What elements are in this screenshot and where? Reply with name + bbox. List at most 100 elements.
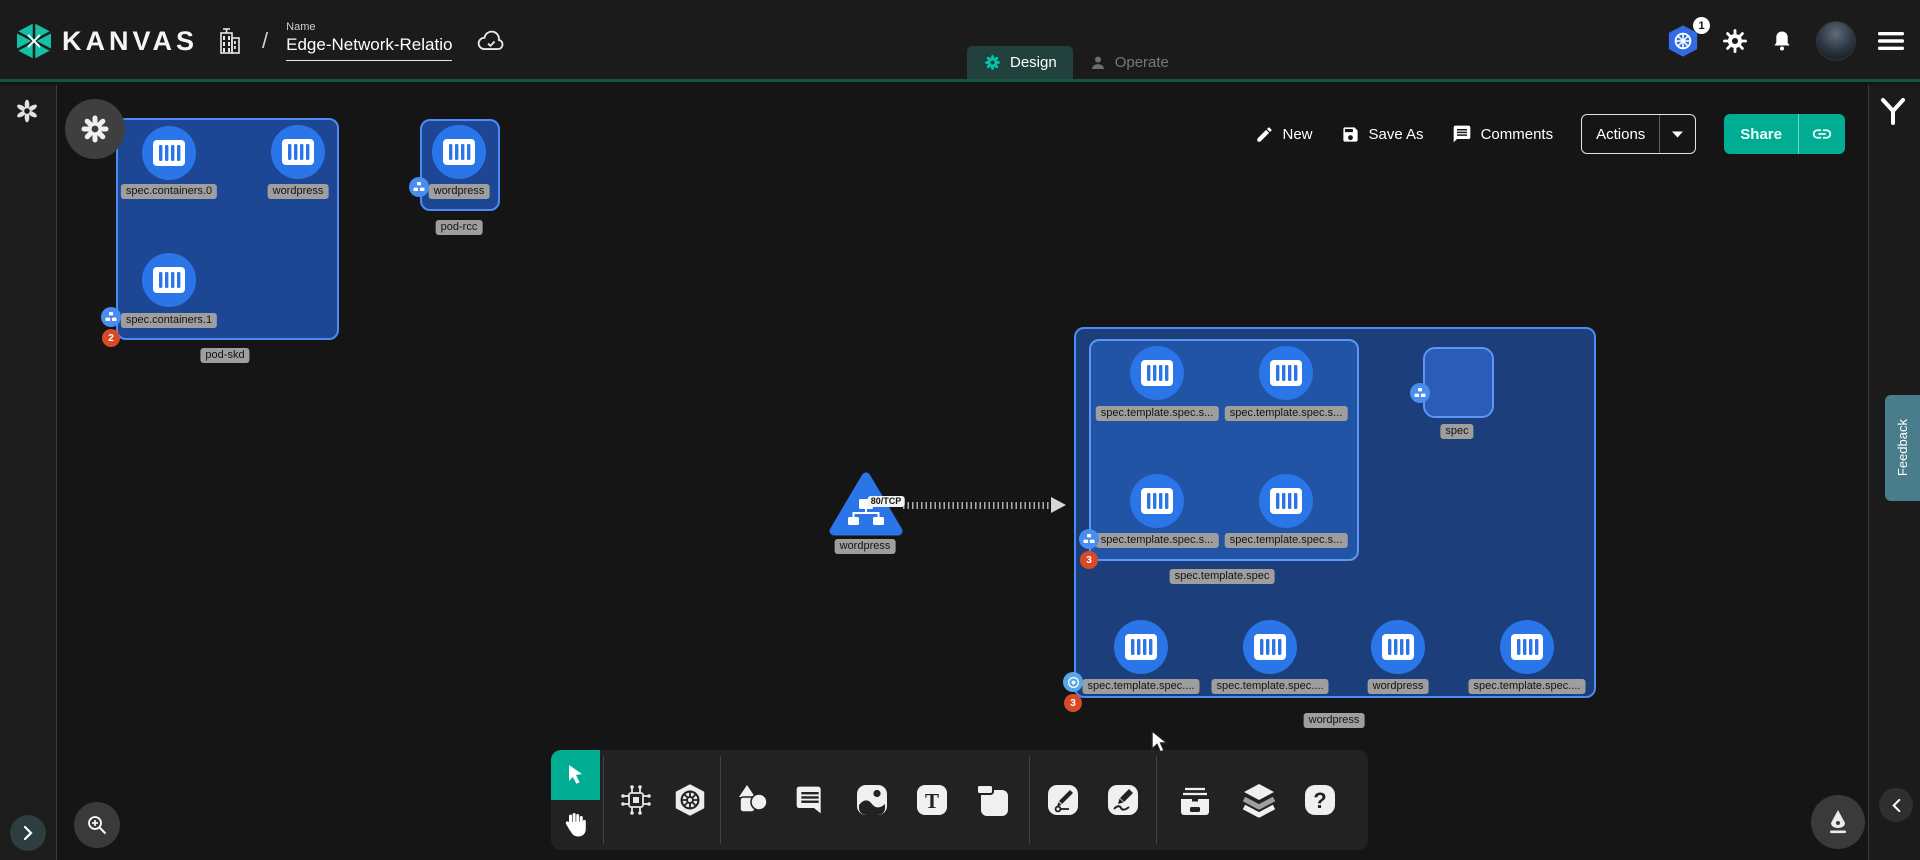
group-label-pod-rcc: pod-rcc (436, 220, 483, 235)
operate-mode-icon (1089, 54, 1107, 72)
mouse-cursor (1150, 730, 1172, 756)
node-container-deploy-0[interactable] (1114, 620, 1168, 674)
components-tool-button[interactable] (614, 778, 658, 822)
actions-split-button: Actions (1581, 114, 1696, 154)
main-menu-hamburger-icon[interactable] (1878, 31, 1904, 51)
design-mode-icon (983, 53, 1002, 72)
node-label: spec.template.spec.s... (1096, 533, 1219, 548)
header-right: 1 (1666, 0, 1904, 82)
collapse-right-panel-button[interactable] (1879, 788, 1913, 822)
floating-resource-node[interactable] (65, 99, 125, 159)
design-name-block: Name Edge-Network-Relatio (286, 21, 452, 61)
canvas-action-bar: New Save As Comments Actions (1255, 113, 1846, 155)
new-label: New (1283, 126, 1313, 143)
layers-tool-button[interactable] (1237, 778, 1281, 822)
actions-dropdown-toggle[interactable] (1659, 115, 1695, 153)
hand-pan-tool-button[interactable] (551, 800, 600, 850)
node-container-template-1[interactable] (1259, 346, 1313, 400)
node-label: spec.containers.0 (121, 184, 217, 199)
new-pencil-icon (1255, 125, 1274, 144)
pointer-tool-button[interactable] (551, 750, 600, 800)
canvas-toolbar: T (551, 750, 1368, 850)
node-label: wordpress (429, 184, 490, 199)
feedback-label: Feedback (1895, 419, 1910, 476)
node-label: wordpress (1368, 679, 1429, 694)
avatar-image (1816, 21, 1856, 61)
save-floppy-icon (1341, 125, 1360, 144)
tab-operate-label: Operate (1115, 54, 1169, 71)
help-tool-button[interactable]: ? (1298, 778, 1342, 822)
group-label-spec: spec (1440, 424, 1473, 439)
brand[interactable]: KANVAS (16, 22, 198, 60)
freehand-draw-tool-button[interactable] (1101, 778, 1145, 822)
save-as-button[interactable]: Save As (1341, 125, 1424, 144)
group-label-deployment-wordpress: wordpress (1304, 713, 1365, 728)
comments-icon (1452, 124, 1472, 144)
kubernetes-tool-button[interactable] (668, 778, 712, 822)
node-container-wordpress-rcc[interactable] (432, 125, 486, 179)
left-dock (0, 85, 57, 860)
design-name-input[interactable]: Edge-Network-Relatio (286, 35, 452, 61)
edge-arrowhead (1051, 497, 1066, 513)
error-count-badge[interactable]: 2 (102, 329, 120, 347)
pod-resource-badge-icon[interactable] (409, 177, 429, 197)
meshery-spinner-icon[interactable] (13, 97, 41, 125)
edge-pen-tool-button[interactable] (1041, 778, 1085, 822)
node-container-template-0[interactable] (1130, 346, 1184, 400)
shapes-tool-button[interactable] (730, 778, 774, 822)
copy-link-button[interactable] (1798, 114, 1845, 154)
toolbar-divider (720, 756, 721, 844)
group-spec[interactable] (1423, 347, 1494, 418)
drawer-tool-button[interactable] (1173, 778, 1217, 822)
comments-button[interactable]: Comments (1452, 124, 1554, 144)
design-name-label: Name (286, 21, 452, 33)
new-design-button[interactable]: New (1255, 125, 1313, 144)
text-tool-button[interactable]: T (910, 778, 954, 822)
share-split-button: Share (1724, 114, 1845, 154)
pod-resource-badge-icon[interactable] (1079, 529, 1099, 549)
node-container-spec-containers-0[interactable] (142, 126, 196, 180)
error-count-badge[interactable]: 3 (1080, 551, 1098, 569)
node-container-template-3[interactable] (1259, 474, 1313, 528)
actions-button[interactable]: Actions (1582, 115, 1659, 153)
zoom-button[interactable] (74, 802, 120, 848)
user-avatar[interactable] (1816, 21, 1856, 61)
breadcrumb-separator: / (262, 28, 268, 54)
node-container-deploy-1[interactable] (1243, 620, 1297, 674)
tab-operate[interactable]: Operate (1073, 46, 1185, 79)
comment-tool-button[interactable] (788, 778, 832, 822)
image-tool-button[interactable] (850, 778, 894, 822)
node-container-spec-containers-1[interactable] (142, 253, 196, 307)
note-tool-button[interactable] (971, 778, 1015, 822)
edge-service-to-deployment[interactable] (903, 502, 1053, 509)
kubernetes-context-button[interactable]: 1 (1666, 24, 1700, 58)
expand-left-panel-button[interactable] (10, 815, 46, 851)
node-container-wordpress[interactable] (271, 125, 325, 179)
node-label: spec.containers.1 (121, 313, 217, 328)
organization-icon[interactable] (216, 25, 244, 57)
node-container-deploy-wordpress[interactable] (1371, 620, 1425, 674)
node-container-template-2[interactable] (1130, 474, 1184, 528)
deployment-resource-badge-icon[interactable] (1063, 672, 1083, 692)
svg-text:?: ? (1313, 788, 1326, 813)
pod-resource-badge-icon[interactable] (1410, 383, 1430, 403)
error-count-badge[interactable]: 3 (1064, 694, 1082, 712)
notifications-bell-icon[interactable] (1770, 28, 1794, 54)
pen-tool-button[interactable] (1811, 795, 1865, 849)
node-label: spec.template.spec.s... (1225, 406, 1348, 421)
settings-gear-icon[interactable] (1722, 28, 1748, 54)
save-as-label: Save As (1369, 126, 1424, 143)
toolbar-divider (1156, 756, 1157, 844)
share-button[interactable]: Share (1724, 114, 1798, 154)
header-left: KANVAS / (16, 0, 506, 82)
toolbar-divider (1029, 756, 1030, 844)
design-canvas[interactable]: Feedback New Save As (0, 85, 1920, 860)
pod-resource-badge-icon[interactable] (101, 307, 121, 327)
node-container-deploy-3[interactable] (1500, 620, 1554, 674)
tab-design[interactable]: Design (967, 46, 1073, 79)
node-label: spec.template.spec.s... (1096, 406, 1219, 421)
edge-port-label: 80/TCP (868, 496, 905, 507)
feedback-tab[interactable]: Feedback (1885, 395, 1920, 501)
tab-design-label: Design (1010, 54, 1057, 71)
dock-handle-icon[interactable] (1880, 97, 1906, 127)
